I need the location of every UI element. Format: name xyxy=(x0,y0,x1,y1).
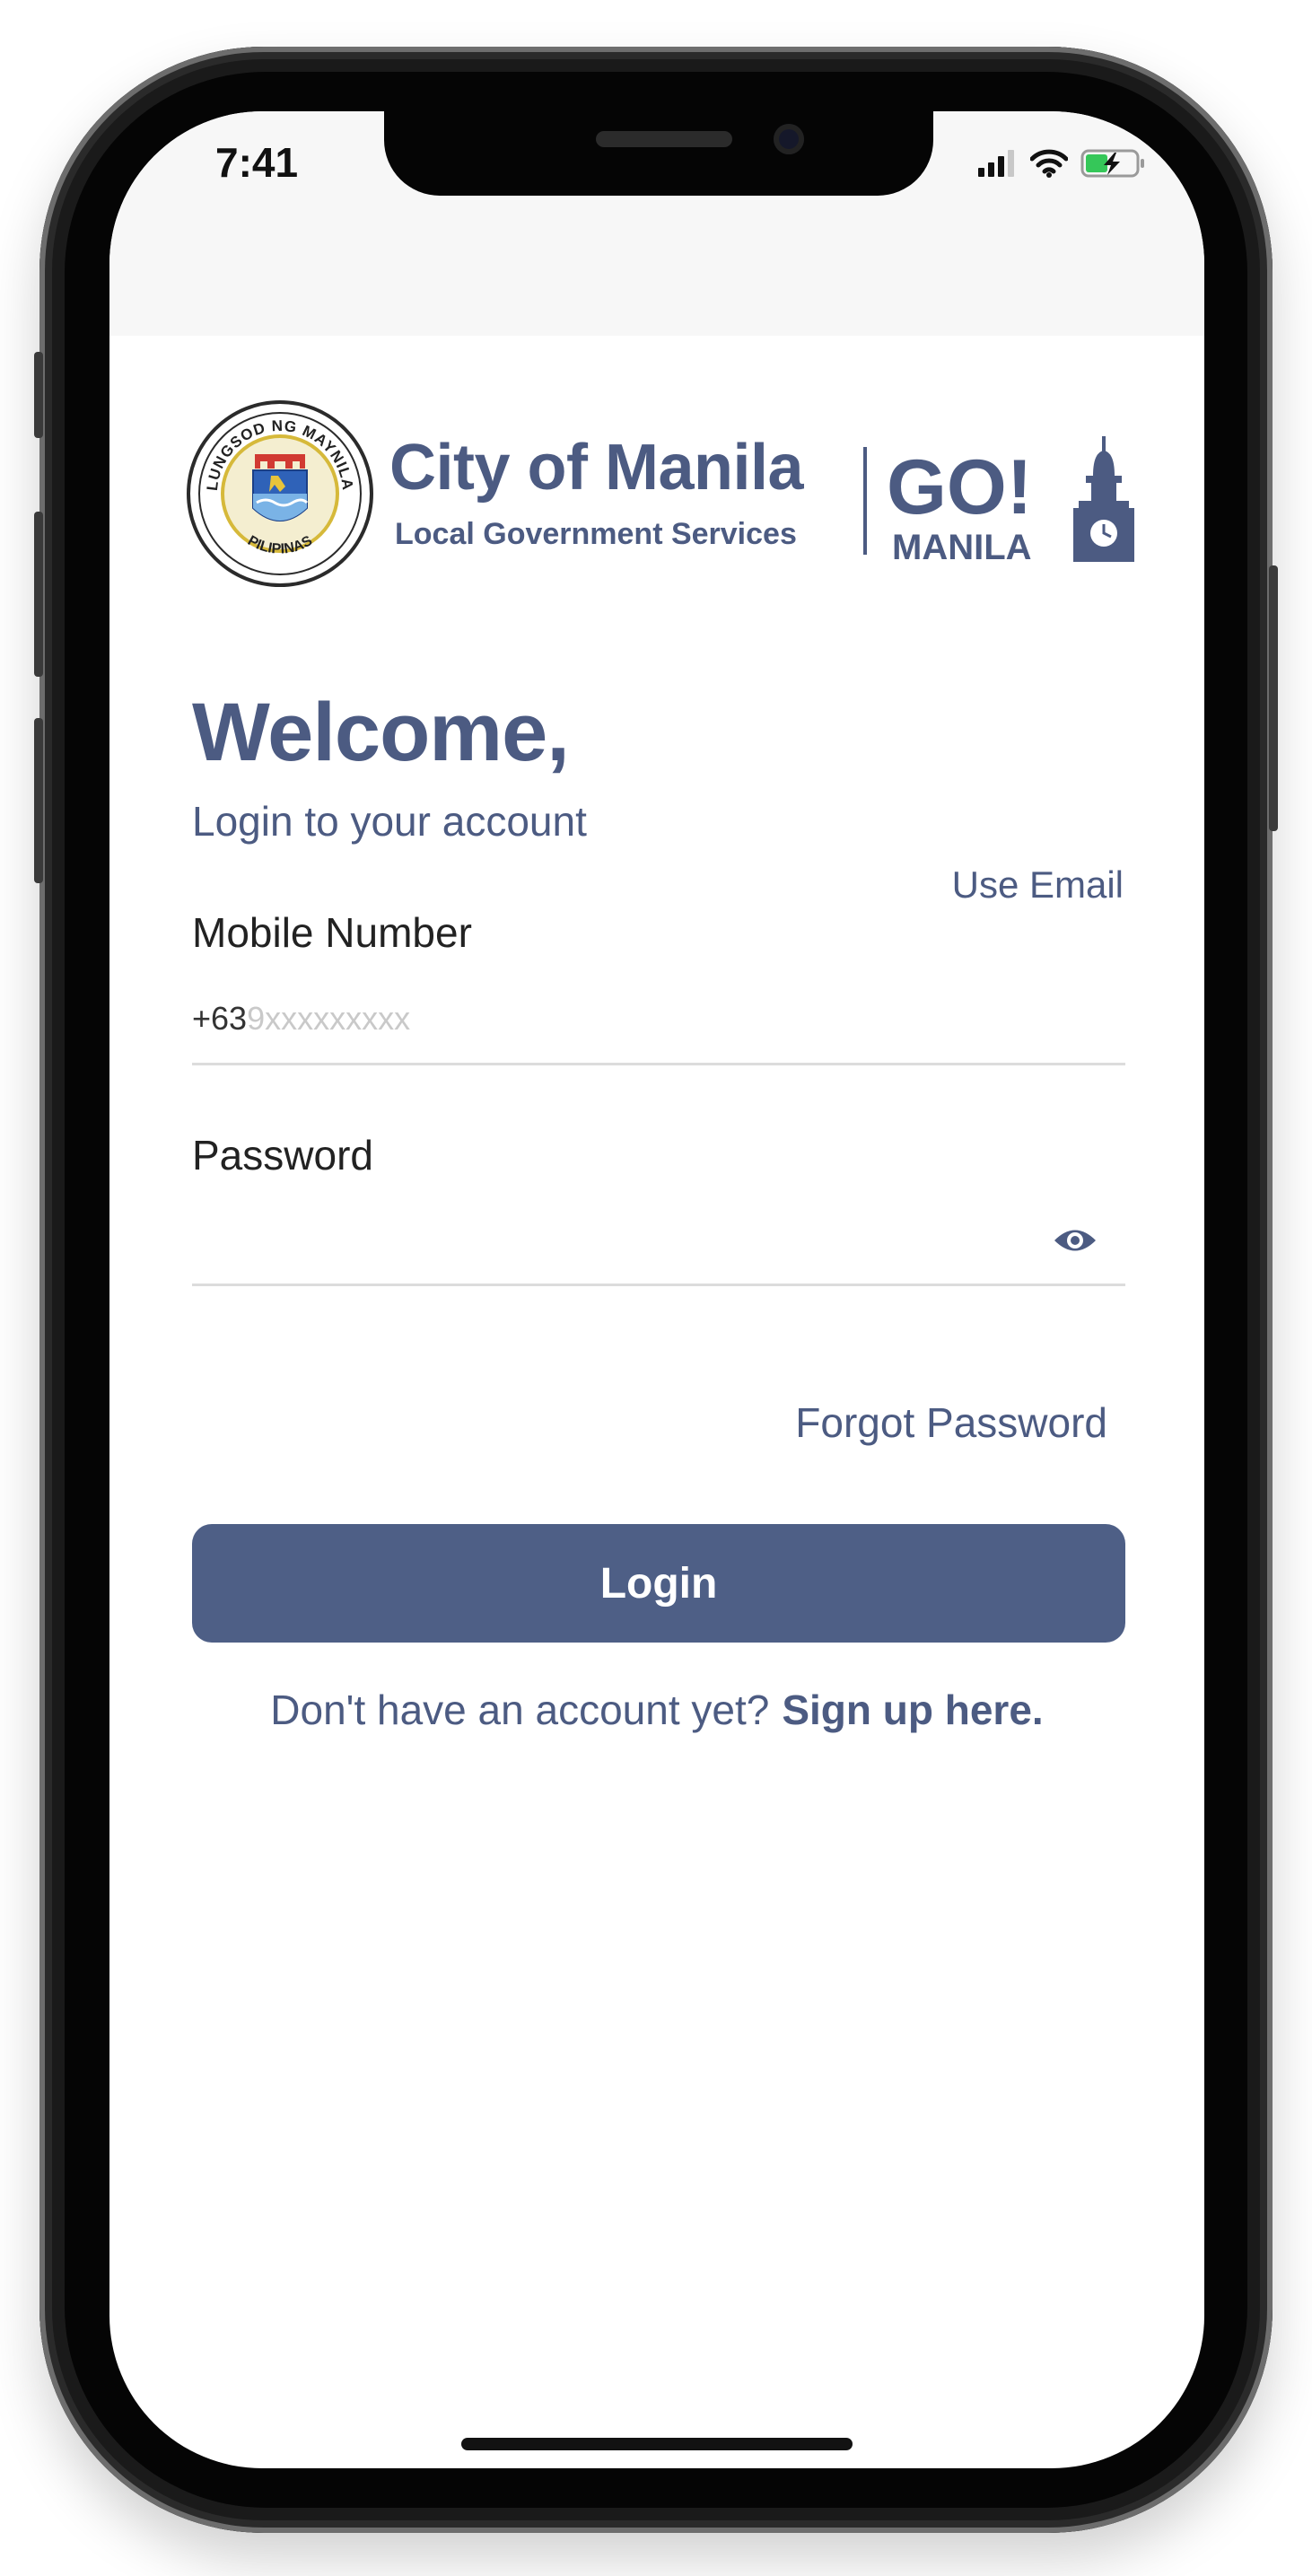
status-icons xyxy=(978,145,1147,181)
forgot-password-link[interactable]: Forgot Password xyxy=(795,1398,1107,1447)
password-underline xyxy=(192,1284,1125,1286)
signup-link[interactable]: Sign up here. xyxy=(782,1687,1043,1733)
eye-icon xyxy=(1054,1230,1096,1251)
welcome-heading: Welcome, xyxy=(192,687,570,778)
volume-down-button xyxy=(34,718,43,883)
front-camera xyxy=(774,124,804,154)
notch xyxy=(384,111,933,196)
password-input[interactable] xyxy=(192,1212,1036,1266)
city-seal-icon: LUNGSOD NG MAYNILA PILIPINAS xyxy=(187,400,373,587)
brand-subtitle: Local Government Services xyxy=(395,517,797,551)
mobile-number-input[interactable] xyxy=(247,1000,1055,1038)
login-button[interactable]: Login xyxy=(192,1524,1125,1643)
signup-row: Don't have an account yet? Sign up here. xyxy=(109,1686,1204,1734)
earpiece-speaker xyxy=(596,131,732,147)
brand-title: City of Manila xyxy=(389,432,804,504)
status-time: 7:41 xyxy=(215,139,299,186)
clock-tower-icon xyxy=(1073,436,1134,562)
signup-prompt: Don't have an account yet? xyxy=(270,1687,770,1733)
screen: 7:41 LUNGSOD NG MAYNILA PILIPINAS City o… xyxy=(109,111,1204,2468)
go-manila-logo-sub: MANILA xyxy=(892,528,1032,567)
signal-icon xyxy=(978,150,1014,177)
use-email-link[interactable]: Use Email xyxy=(952,863,1124,907)
volume-up-button xyxy=(34,512,43,677)
country-code-prefix: +63 xyxy=(192,1000,248,1037)
mobile-number-field: +63 xyxy=(192,987,1125,1050)
mobile-number-underline xyxy=(192,1063,1125,1065)
battery-charging-icon xyxy=(1080,149,1144,178)
logo-divider xyxy=(863,447,867,555)
power-button xyxy=(1269,565,1278,831)
password-label: Password xyxy=(192,1132,373,1178)
mobile-number-label: Mobile Number xyxy=(192,909,472,956)
silent-switch xyxy=(34,352,43,438)
home-indicator[interactable] xyxy=(461,2438,853,2450)
wifi-icon xyxy=(1030,149,1068,178)
status-bar: 7:41 xyxy=(109,111,1204,336)
go-manila-logo: GO! xyxy=(887,444,1033,530)
toggle-password-visibility-button[interactable] xyxy=(1050,1215,1100,1266)
login-subtitle: Login to your account xyxy=(192,798,587,845)
